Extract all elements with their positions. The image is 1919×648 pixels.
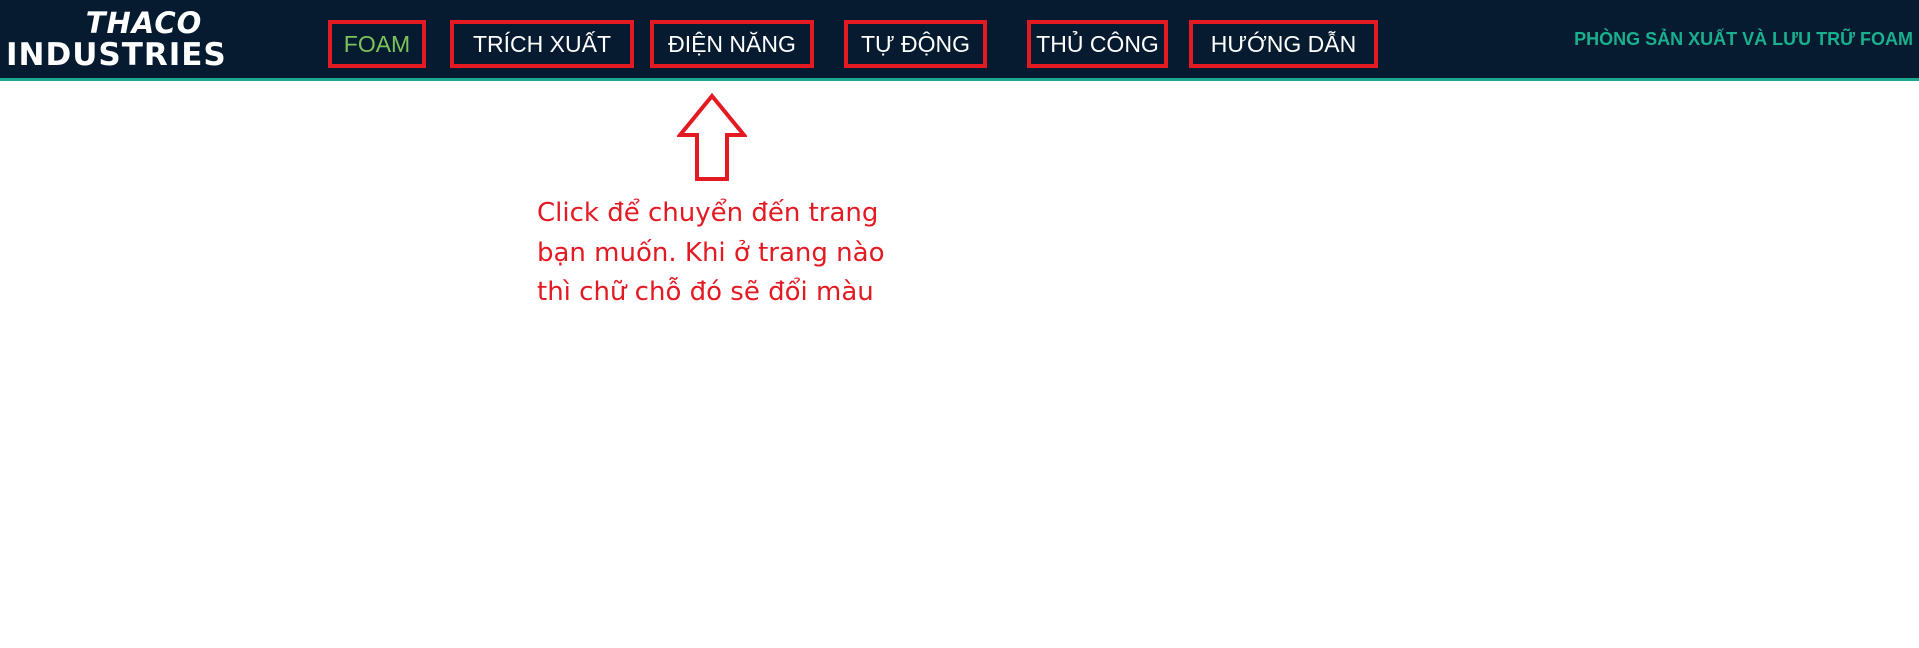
nav-item-thu-cong[interactable]: THỦ CÔNG [1027, 20, 1168, 68]
nav-item-dien-nang[interactable]: ĐIỆN NĂNG [650, 20, 814, 68]
top-navbar: THACO INDUSTRIES FOAM TRÍCH XUẤT ĐIỆN NĂ… [0, 0, 1919, 81]
nav-item-trich-xuat[interactable]: TRÍCH XUẤT [450, 20, 634, 68]
logo-line-1: THACO [85, 6, 203, 40]
nav-item-huong-dan[interactable]: HƯỚNG DẪN [1189, 20, 1378, 68]
department-title: PHÒNG SẢN XUẤT VÀ LƯU TRỮ FOAM [1574, 29, 1913, 49]
nav-item-foam[interactable]: FOAM [328, 20, 426, 68]
logo-line-2: INDUSTRIES [6, 37, 227, 73]
annotation-text: Click để chuyển đến trang bạn muốn. Khi … [537, 198, 885, 307]
up-arrow-icon [677, 93, 747, 181]
nav-item-tu-dong[interactable]: TỰ ĐỘNG [844, 20, 987, 68]
thaco-industries-logo[interactable]: THACO INDUSTRIES [6, 8, 282, 74]
